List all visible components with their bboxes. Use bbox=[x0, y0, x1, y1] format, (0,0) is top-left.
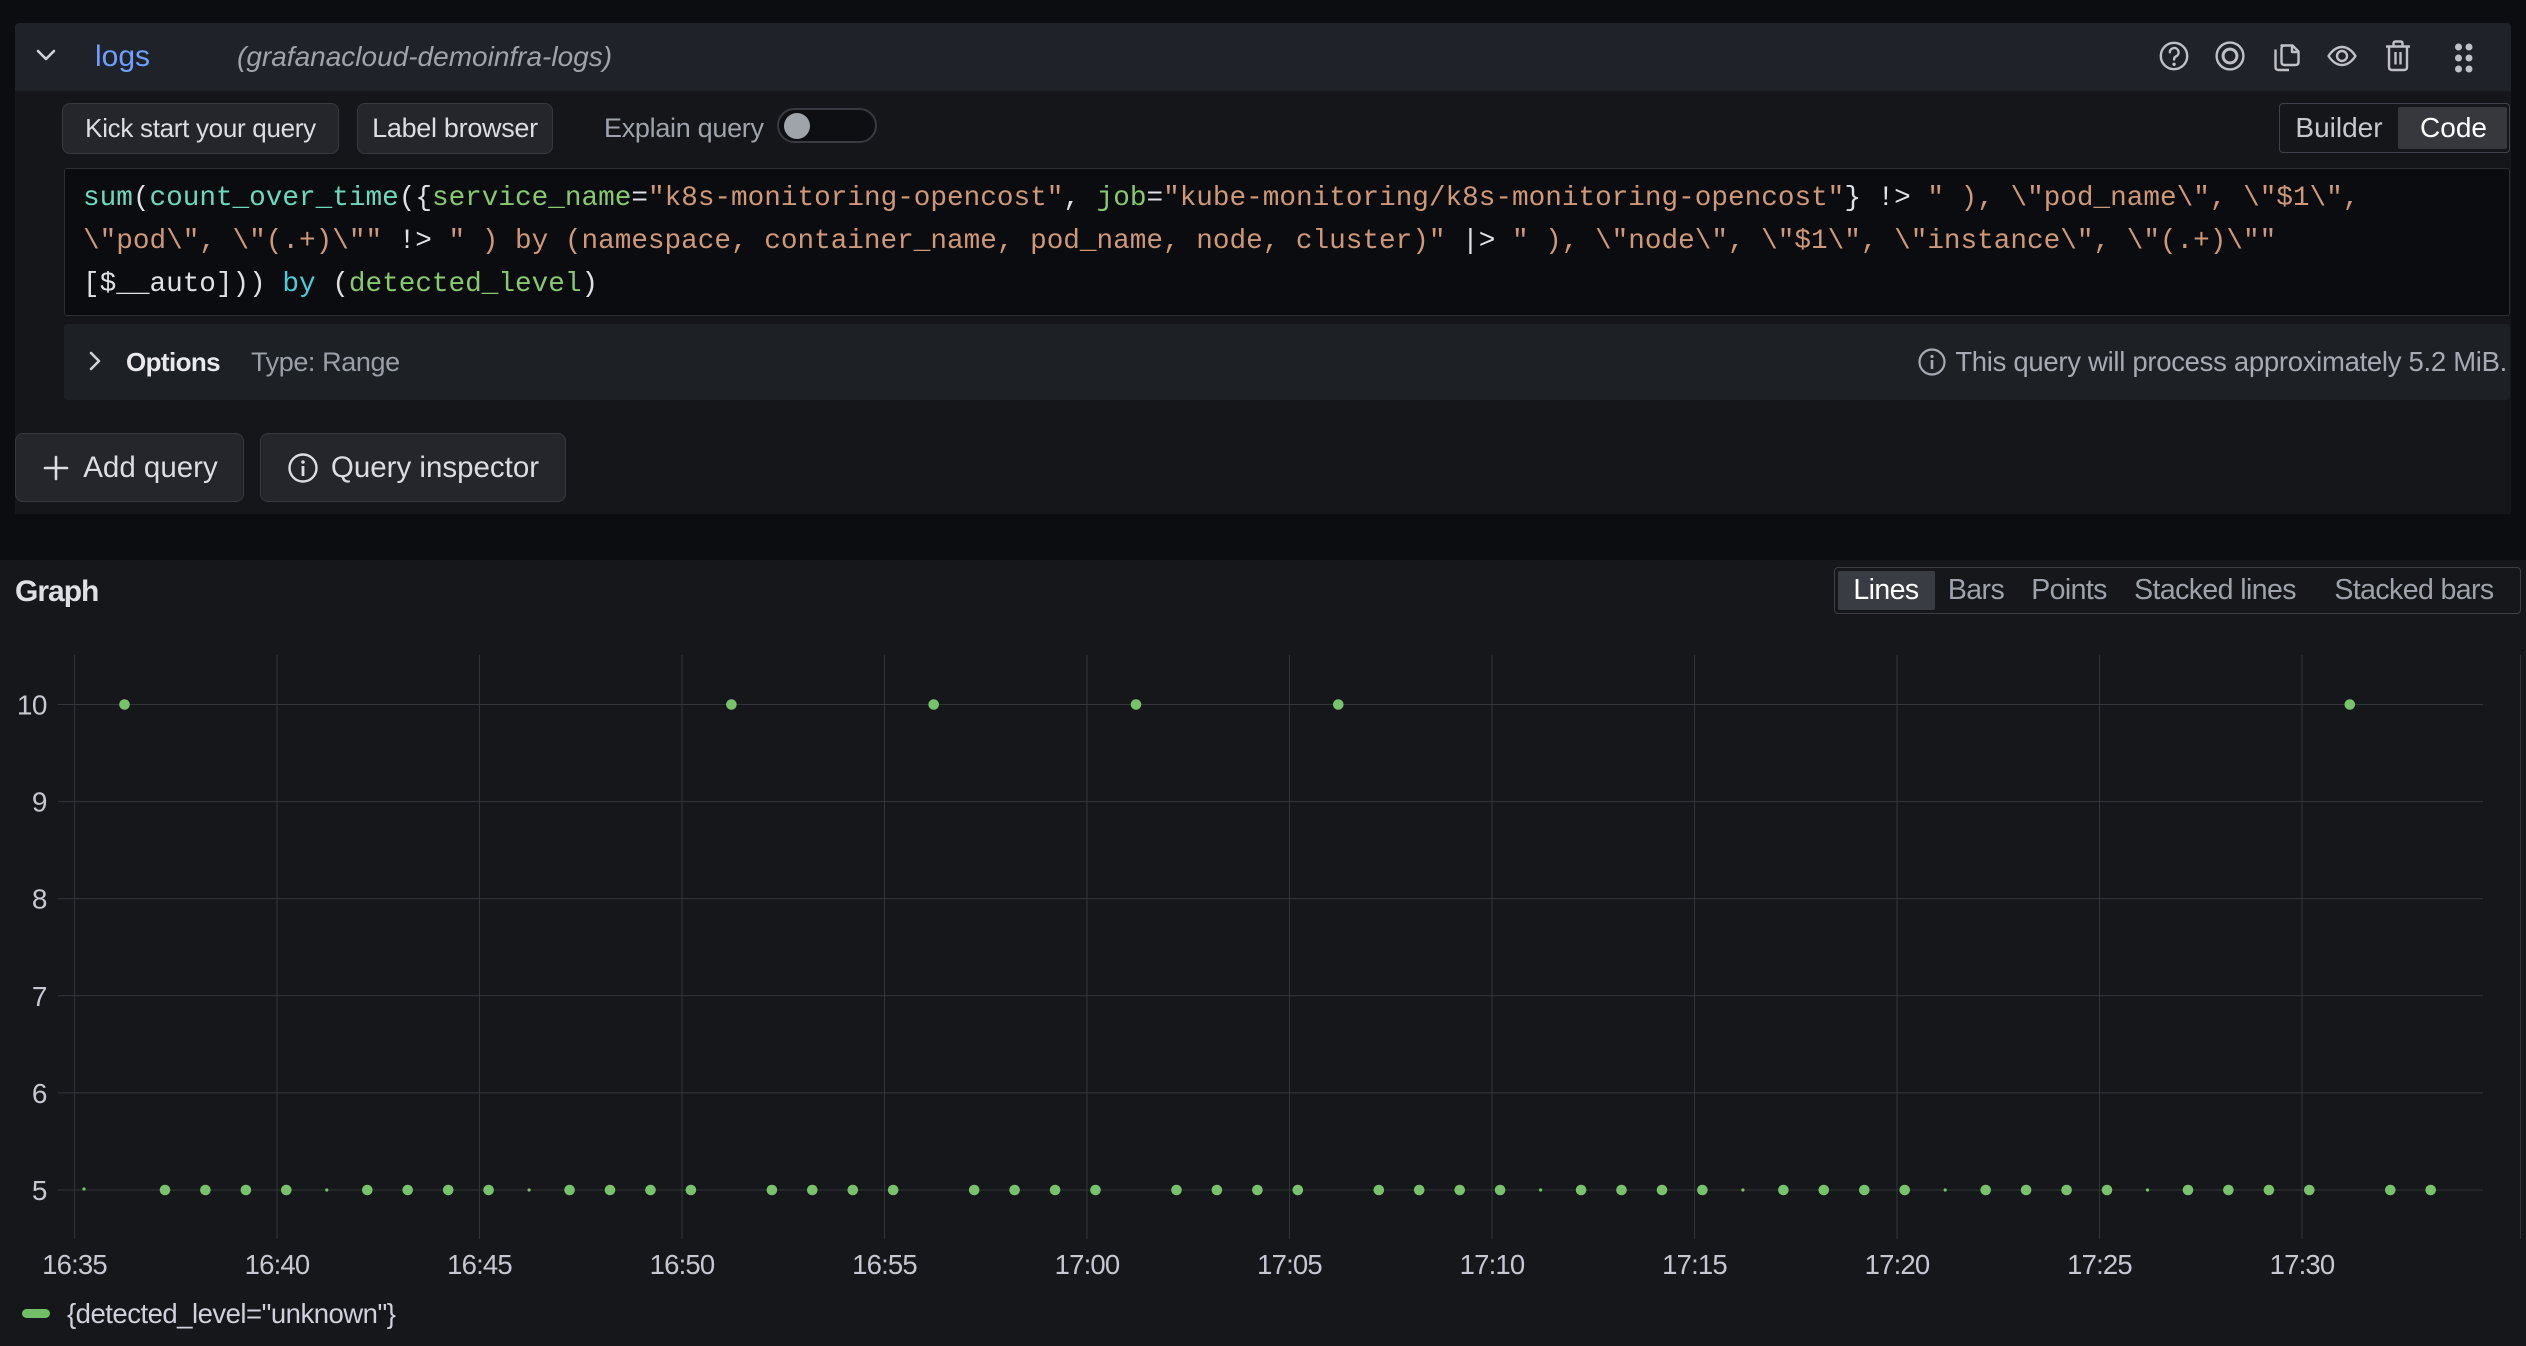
svg-text:5: 5 bbox=[32, 1175, 47, 1206]
svg-text:6: 6 bbox=[32, 1078, 47, 1109]
svg-text:9: 9 bbox=[32, 787, 47, 818]
svg-text:17:15: 17:15 bbox=[1662, 1249, 1727, 1280]
svg-text:{detected_level="unknown"}: {detected_level="unknown"} bbox=[67, 1298, 396, 1329]
svg-text:17:30: 17:30 bbox=[2270, 1249, 2335, 1280]
svg-text:17:00: 17:00 bbox=[1055, 1249, 1120, 1280]
svg-text:16:50: 16:50 bbox=[650, 1249, 715, 1280]
svg-text:17:25: 17:25 bbox=[2067, 1249, 2132, 1280]
svg-text:8: 8 bbox=[32, 884, 47, 915]
svg-text:17:10: 17:10 bbox=[1460, 1249, 1525, 1280]
svg-text:17:20: 17:20 bbox=[1865, 1249, 1930, 1280]
svg-text:16:40: 16:40 bbox=[245, 1249, 310, 1280]
svg-text:10: 10 bbox=[17, 690, 47, 721]
svg-text:7: 7 bbox=[32, 981, 47, 1012]
svg-text:16:35: 16:35 bbox=[42, 1249, 107, 1280]
svg-text:17:05: 17:05 bbox=[1257, 1249, 1322, 1280]
svg-text:16:45: 16:45 bbox=[447, 1249, 512, 1280]
svg-text:16:55: 16:55 bbox=[852, 1249, 917, 1280]
